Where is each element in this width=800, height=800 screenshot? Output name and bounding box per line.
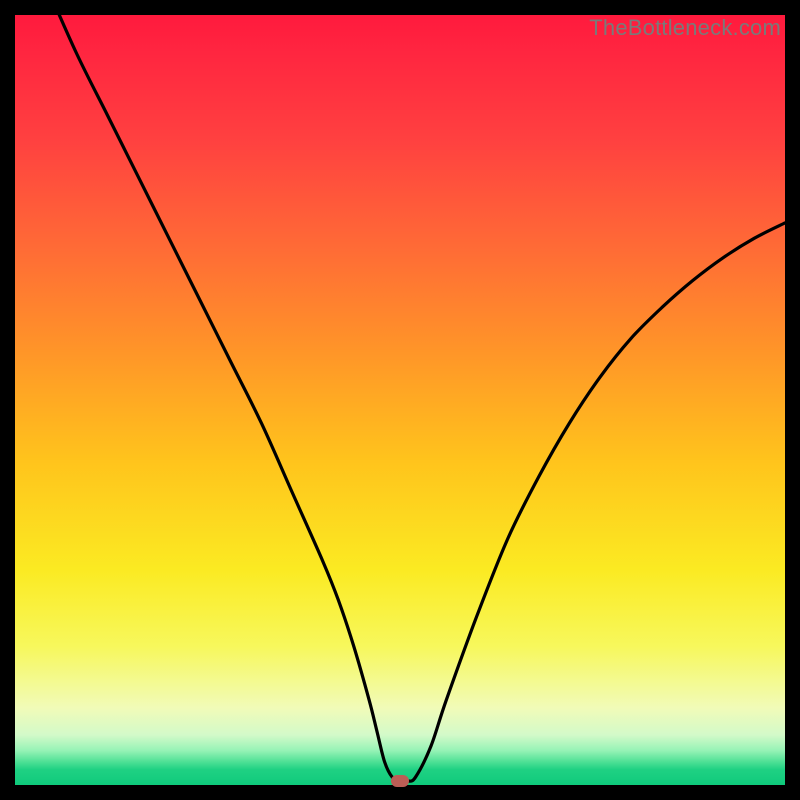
chart-frame: TheBottleneck.com	[0, 0, 800, 800]
plot-area: TheBottleneck.com	[15, 15, 785, 785]
optimal-point-marker	[391, 775, 409, 787]
bottleneck-curve	[15, 15, 785, 785]
